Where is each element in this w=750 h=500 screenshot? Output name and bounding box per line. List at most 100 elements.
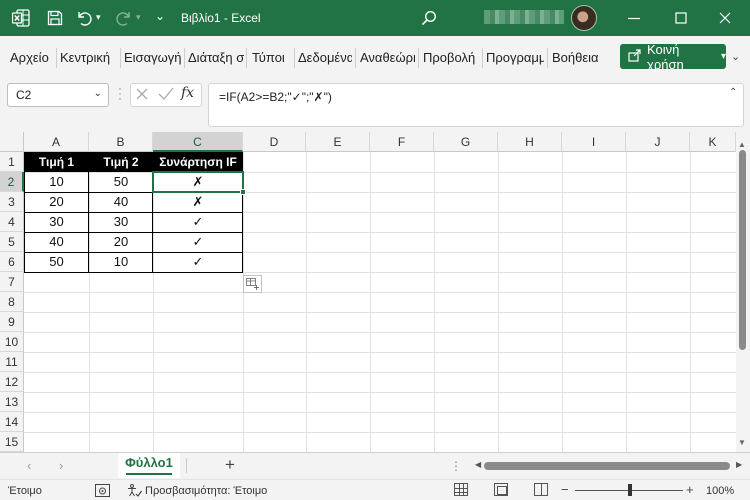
- undo-dropdown-icon[interactable]: ▾: [96, 12, 101, 23]
- vertical-scroll-thumb[interactable]: [739, 150, 746, 350]
- table-cell[interactable]: 50: [24, 252, 89, 272]
- table-cell[interactable]: 10: [89, 252, 153, 272]
- row-header-14[interactable]: 14: [0, 412, 24, 432]
- previous-sheet-icon[interactable]: ‹: [27, 458, 31, 473]
- next-sheet-icon[interactable]: ›: [59, 458, 63, 473]
- row-header-1[interactable]: 1: [0, 152, 24, 172]
- table-cell[interactable]: ✓: [153, 232, 243, 252]
- zoom-level[interactable]: 100%: [706, 485, 734, 497]
- fill-handle[interactable]: [240, 189, 246, 195]
- tab-view[interactable]: Προβολή: [423, 50, 479, 65]
- page-break-view-icon[interactable]: [534, 483, 548, 496]
- tab-review[interactable]: Αναθεώρηση: [360, 50, 415, 65]
- table-header-cell[interactable]: Τιμή 1: [24, 152, 89, 172]
- table-cell[interactable]: 20: [89, 232, 153, 252]
- cancel-icon[interactable]: [135, 87, 149, 104]
- row-header-12[interactable]: 12: [0, 372, 24, 392]
- table-cell[interactable]: 30: [89, 212, 153, 232]
- column-header-i[interactable]: I: [562, 132, 626, 152]
- select-all-corner[interactable]: [0, 132, 24, 152]
- expand-formula-bar-icon[interactable]: ⌃: [729, 87, 737, 98]
- customize-qat-icon[interactable]: ⌄: [155, 9, 165, 23]
- column-header-j[interactable]: J: [626, 132, 690, 152]
- row-header-10[interactable]: 10: [0, 332, 24, 352]
- excel-icon[interactable]: [12, 9, 30, 27]
- scroll-down-icon[interactable]: ▼: [738, 438, 746, 447]
- tab-developer[interactable]: Προγραμματιστής: [486, 50, 544, 65]
- column-header-d[interactable]: D: [243, 132, 306, 152]
- accessibility-icon[interactable]: [127, 484, 142, 500]
- column-header-a[interactable]: A: [24, 132, 89, 152]
- table-cell[interactable]: 50: [89, 172, 153, 192]
- undo-icon[interactable]: [75, 9, 93, 27]
- column-header-h[interactable]: H: [498, 132, 562, 152]
- row-header-6[interactable]: 6: [0, 252, 24, 272]
- row-header-4[interactable]: 4: [0, 212, 24, 232]
- table-header-cell[interactable]: Συνάρτηση IF: [153, 152, 243, 172]
- collapse-ribbon-icon[interactable]: ⌄: [731, 50, 740, 63]
- worksheet-grid[interactable]: A B C D E F G H I J K 1 2 3 4 5 6 7 8 9 …: [0, 132, 736, 452]
- selected-cell[interactable]: [152, 171, 244, 193]
- column-header-c[interactable]: C: [153, 132, 243, 152]
- row-header-5[interactable]: 5: [0, 232, 24, 252]
- row-header-2[interactable]: 2: [0, 172, 24, 192]
- column-header-k[interactable]: K: [690, 132, 736, 152]
- redo-icon[interactable]: [115, 9, 133, 27]
- column-header-b[interactable]: B: [89, 132, 153, 152]
- normal-view-icon[interactable]: [454, 483, 468, 496]
- macro-recording-icon[interactable]: [95, 484, 111, 500]
- row-header-13[interactable]: 13: [0, 392, 24, 412]
- zoom-in-button[interactable]: +: [686, 482, 694, 497]
- table-cell[interactable]: 10: [24, 172, 89, 192]
- tab-formulas[interactable]: Τύποι: [252, 50, 292, 65]
- more-options-icon[interactable]: · · ·: [118, 82, 122, 104]
- vertical-scrollbar[interactable]: ▲ ▼: [736, 132, 750, 452]
- scroll-up-icon[interactable]: ▲: [738, 140, 746, 149]
- more-options-icon[interactable]: ⋮: [450, 459, 462, 473]
- enter-icon[interactable]: [158, 87, 174, 104]
- zoom-slider-thumb[interactable]: [628, 484, 632, 496]
- table-header-cell[interactable]: Τιμή 2: [89, 152, 153, 172]
- row-header-8[interactable]: 8: [0, 292, 24, 312]
- name-box[interactable]: C2 ⌄: [7, 83, 109, 107]
- insert-function-icon[interactable]: fx: [181, 85, 194, 101]
- redo-dropdown-icon[interactable]: ▾: [136, 12, 141, 23]
- row-header-3[interactable]: 3: [0, 192, 24, 212]
- row-header-11[interactable]: 11: [0, 352, 24, 372]
- chevron-down-icon[interactable]: ⌄: [94, 88, 102, 99]
- table-cell[interactable]: ✗: [153, 192, 243, 212]
- row-header-9[interactable]: 9: [0, 312, 24, 332]
- quick-analysis-icon[interactable]: [243, 275, 262, 293]
- tab-data[interactable]: Δεδομένα: [298, 50, 352, 65]
- scroll-left-icon[interactable]: ◀: [475, 460, 481, 469]
- avatar[interactable]: [571, 5, 597, 31]
- scroll-right-icon[interactable]: ▶: [736, 460, 742, 469]
- page-layout-view-icon[interactable]: [494, 483, 508, 496]
- table-cell[interactable]: 30: [24, 212, 89, 232]
- save-icon[interactable]: [46, 9, 64, 27]
- tab-file[interactable]: Αρχείο: [10, 50, 52, 65]
- formula-input[interactable]: =IF(A2>=B2;"✓";"✗"): [208, 83, 744, 127]
- table-cell[interactable]: ✓: [153, 252, 243, 272]
- add-sheet-button[interactable]: +: [225, 455, 235, 475]
- minimize-icon[interactable]: [625, 9, 643, 27]
- share-button[interactable]: Κοινή χρήση ▾: [620, 42, 726, 72]
- tab-insert[interactable]: Εισαγωγή: [124, 50, 182, 65]
- close-icon[interactable]: [716, 9, 734, 27]
- table-cell[interactable]: 20: [24, 192, 89, 212]
- maximize-icon[interactable]: [672, 9, 690, 27]
- tab-help[interactable]: Βοήθεια: [552, 50, 602, 65]
- tab-page-layout[interactable]: Διάταξη σελίδας: [188, 50, 244, 65]
- horizontal-scroll-thumb[interactable]: [484, 462, 730, 470]
- tab-home[interactable]: Κεντρική: [60, 50, 116, 65]
- table-cell[interactable]: ✓: [153, 212, 243, 232]
- column-header-g[interactable]: G: [434, 132, 498, 152]
- sheet-tab[interactable]: Φύλλο1: [118, 453, 180, 478]
- column-header-e[interactable]: E: [306, 132, 370, 152]
- table-cell[interactable]: 40: [24, 232, 89, 252]
- table-cell[interactable]: 40: [89, 192, 153, 212]
- zoom-out-button[interactable]: −: [561, 482, 569, 497]
- search-icon[interactable]: [420, 9, 438, 27]
- accessibility-status[interactable]: Προσβασιμότητα: Έτοιμο: [145, 485, 267, 497]
- column-header-f[interactable]: F: [370, 132, 434, 152]
